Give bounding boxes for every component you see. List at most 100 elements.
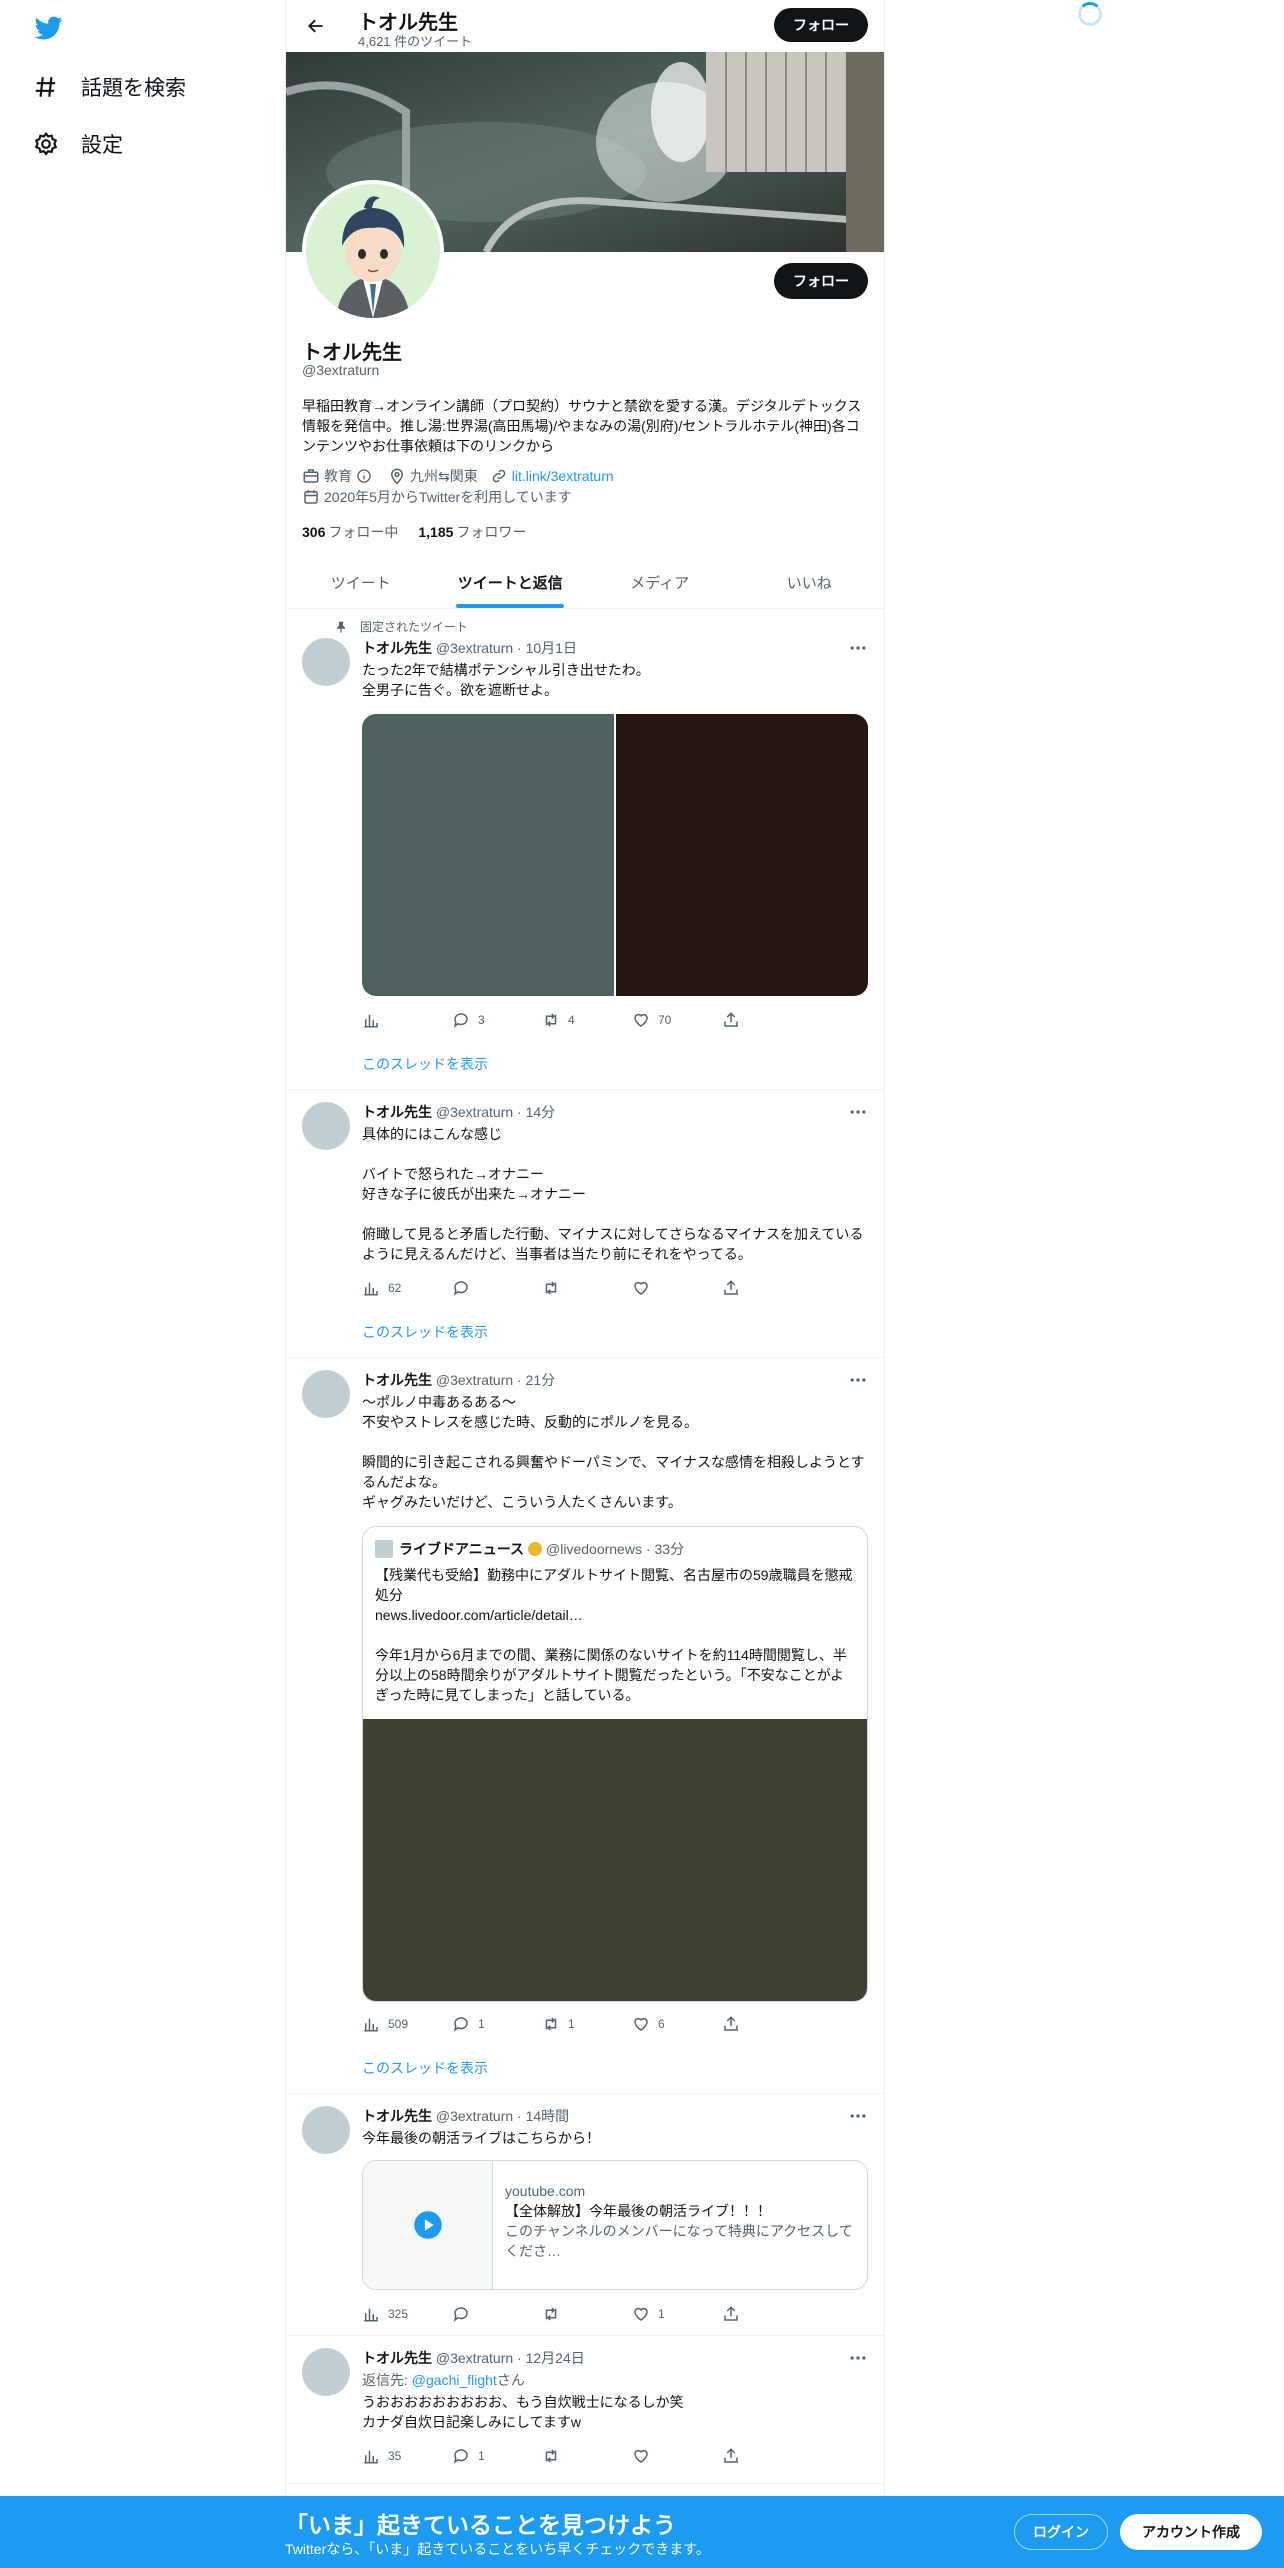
retweet-button[interactable] bbox=[542, 2446, 632, 2466]
quote-media[interactable] bbox=[363, 1719, 867, 2001]
nav-settings[interactable]: 設定 bbox=[33, 124, 123, 164]
share-icon bbox=[724, 1280, 738, 1295]
reply-button[interactable]: 3 bbox=[452, 1010, 542, 1030]
more-options-icon[interactable] bbox=[848, 638, 868, 658]
tweet-timestamp[interactable]: · 12月24日 bbox=[517, 2350, 585, 2366]
like-button[interactable]: 6 bbox=[632, 2014, 722, 2034]
like-button[interactable]: 1 bbox=[632, 2304, 722, 2324]
share-icon bbox=[724, 2448, 738, 2463]
tweet-item[interactable]: 固定されたツイート トオル先生 @3extraturn · 10月1日 たった2… bbox=[286, 610, 884, 1090]
profile-location-label: 九州⇆関東 bbox=[410, 468, 478, 484]
views-button[interactable] bbox=[362, 1010, 452, 1030]
nav-explore[interactable]: 話題を検索 bbox=[33, 67, 186, 107]
reply-to-link[interactable]: @gachi_flight bbox=[412, 2372, 497, 2388]
reply-button[interactable]: 1 bbox=[452, 2446, 542, 2466]
tweet-actions: 35 1 bbox=[362, 2446, 812, 2466]
reply-button[interactable] bbox=[452, 2304, 542, 2324]
retweet-button[interactable] bbox=[542, 2304, 632, 2324]
views-button[interactable]: 325 bbox=[362, 2304, 452, 2324]
tweet-item[interactable]: トオル先生 @3extraturn · 14分 具体的にはこんな感じ バイトで怒… bbox=[286, 1090, 884, 1358]
signup-banner: 「いま」起きていることを見つけよう Twitterなら、「いま」起きていることを… bbox=[0, 2496, 1284, 2568]
show-thread-link[interactable]: このスレッドを表示 bbox=[362, 1322, 488, 1342]
reply-button[interactable]: 1 bbox=[452, 2014, 542, 2034]
profile-follow-button[interactable]: フォロー bbox=[774, 263, 868, 299]
avatar[interactable] bbox=[302, 1370, 350, 1418]
share-button[interactable] bbox=[722, 2304, 812, 2324]
following-link[interactable]: 306 フォロー中 bbox=[302, 522, 398, 542]
tweet-timestamp[interactable]: · 10月1日 bbox=[517, 640, 577, 656]
tweet-author-handle[interactable]: @3extraturn bbox=[436, 640, 513, 656]
more-options-icon[interactable] bbox=[848, 2348, 868, 2368]
profile-bio: 早稲田教育→オンライン講師（プロ契約）サウナと禁欲を愛する漢。デジタルデトックス… bbox=[302, 398, 862, 454]
tweet-media[interactable] bbox=[362, 714, 868, 996]
share-button[interactable] bbox=[722, 1010, 812, 1030]
views-button[interactable]: 35 bbox=[362, 2446, 452, 2466]
tab-likes[interactable]: いいね bbox=[735, 556, 885, 608]
tweet-text: うおおおおおおおおお、もう自炊戦士になるしか笑 カナダ自炊日記楽しみにしてますw bbox=[362, 2394, 684, 2430]
retweet-button[interactable]: 1 bbox=[542, 2014, 632, 2034]
tweet-author-name[interactable]: トオル先生 bbox=[362, 640, 432, 656]
tab-tweets[interactable]: ツイート bbox=[286, 556, 436, 608]
share-button[interactable] bbox=[722, 1278, 812, 1298]
more-options-icon[interactable] bbox=[848, 1102, 868, 1122]
tweet-author-handle[interactable]: @3extraturn bbox=[436, 2108, 513, 2124]
tweet-timestamp[interactable]: · 14時間 bbox=[517, 2108, 569, 2124]
reply-icon bbox=[453, 2017, 468, 2032]
media-image-1[interactable] bbox=[362, 714, 614, 996]
tweet-item[interactable]: トオル先生 @3extraturn · 21分 〜ポルノ中毒あるある〜 不安やス… bbox=[286, 1358, 884, 2094]
quoted-tweet[interactable]: ライブドアニュース @livedoornews · 33分 【残業代も受給】勤務… bbox=[362, 1526, 868, 2002]
tweet-header: トオル先生 @3extraturn · 14時間 bbox=[362, 2106, 569, 2126]
loading-spinner-icon bbox=[1078, 2, 1102, 26]
profile-avatar[interactable] bbox=[302, 180, 444, 322]
quote-link: news.livedoor.com/article/detail… bbox=[375, 1607, 583, 1623]
header-follow-button[interactable]: フォロー bbox=[774, 8, 868, 42]
views-button[interactable]: 509 bbox=[362, 2014, 452, 2034]
show-thread-link[interactable]: このスレッドを表示 bbox=[362, 2058, 488, 2078]
avatar[interactable] bbox=[302, 638, 350, 686]
show-thread-link[interactable]: このスレッドを表示 bbox=[362, 1054, 488, 1074]
tweet-text: 〜ポルノ中毒あるある〜 不安やストレスを感じた時、反動的にポルノを見る。 瞬間的… bbox=[362, 1394, 865, 1510]
tweet-author-handle[interactable]: @3extraturn bbox=[436, 1372, 513, 1388]
tab-tweets-and-replies[interactable]: ツイートと返信 bbox=[436, 556, 586, 608]
views-button[interactable]: 62 bbox=[362, 1278, 452, 1298]
twitter-bird-icon[interactable] bbox=[33, 14, 65, 42]
tweet-item[interactable]: トオル先生 @3extraturn · 14時間 今年最後の朝活ライブはこちらか… bbox=[286, 2094, 884, 2336]
signup-button[interactable]: アカウント作成 bbox=[1120, 2514, 1262, 2550]
tweet-author-name[interactable]: トオル先生 bbox=[362, 2108, 432, 2124]
back-button[interactable] bbox=[302, 12, 330, 40]
tweet-header: トオル先生 @3extraturn · 14分 bbox=[362, 1102, 555, 1122]
arrow-left-icon bbox=[308, 19, 323, 33]
share-button[interactable] bbox=[722, 2014, 812, 2034]
followers-link[interactable]: 1,185 フォロワー bbox=[418, 522, 526, 542]
retweet-button[interactable]: 4 bbox=[542, 1010, 632, 1030]
avatar[interactable] bbox=[302, 2106, 350, 2154]
link-card[interactable]: youtube.com 【全体解放】今年最後の朝活ライブ！！！ このチャンネルの… bbox=[362, 2160, 868, 2290]
calendar-icon bbox=[304, 490, 318, 504]
info-icon[interactable] bbox=[356, 468, 372, 484]
tweet-author-name[interactable]: トオル先生 bbox=[362, 1372, 432, 1388]
reply-button[interactable] bbox=[452, 1278, 542, 1298]
avatar[interactable] bbox=[302, 1102, 350, 1150]
more-options-icon[interactable] bbox=[848, 2106, 868, 2126]
tweet-author-handle[interactable]: @3extraturn bbox=[436, 2350, 513, 2366]
tweet-timestamp[interactable]: · 21分 bbox=[517, 1372, 555, 1388]
retweet-button[interactable] bbox=[542, 1278, 632, 1298]
tab-media[interactable]: メディア bbox=[585, 556, 735, 608]
profile-category-label: 教育 bbox=[324, 468, 352, 484]
media-image-2[interactable] bbox=[616, 714, 868, 996]
tweet-author-name[interactable]: トオル先生 bbox=[362, 2350, 432, 2366]
reply-prefix: 返信先: bbox=[362, 2372, 412, 2388]
like-button[interactable] bbox=[632, 1278, 722, 1298]
share-button[interactable] bbox=[722, 2446, 812, 2466]
card-domain: youtube.com bbox=[505, 2183, 586, 2199]
more-options-icon[interactable] bbox=[848, 1370, 868, 1390]
tweet-timestamp[interactable]: · 14分 bbox=[517, 1104, 555, 1120]
tweet-item[interactable]: トオル先生 @3extraturn · 12月24日 返信先: @gachi_f… bbox=[286, 2336, 884, 2484]
like-button[interactable] bbox=[632, 2446, 722, 2466]
login-button[interactable]: ログイン bbox=[1014, 2514, 1108, 2550]
profile-url-link[interactable]: lit.link/3extraturn bbox=[512, 468, 614, 484]
tweet-author-name[interactable]: トオル先生 bbox=[362, 1104, 432, 1120]
tweet-author-handle[interactable]: @3extraturn bbox=[436, 1104, 513, 1120]
like-button[interactable]: 70 bbox=[632, 1010, 722, 1030]
avatar[interactable] bbox=[302, 2348, 350, 2396]
